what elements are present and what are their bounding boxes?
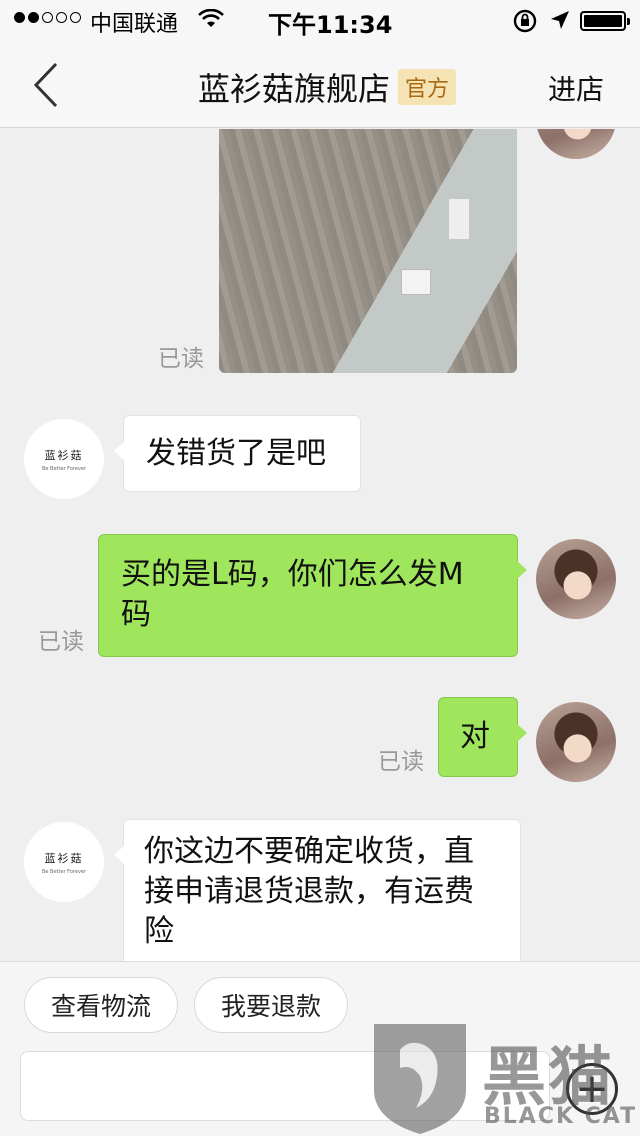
battery-icon	[580, 11, 630, 31]
user-avatar[interactable]	[536, 129, 616, 159]
chevron-left-icon	[33, 62, 58, 108]
nav-bar: 蓝衫菇旗舰店 官方 进店	[0, 40, 640, 128]
message-text-line-1: 你这边不要确定收货，直	[144, 834, 474, 869]
status-time: 下午11:34	[268, 11, 393, 39]
message-text-line-2: 码	[121, 597, 151, 632]
message-text: 发错货了是吧	[146, 436, 326, 471]
store-logo-slogan: Be Better Forever	[41, 465, 87, 472]
message-text-line-1: 买的是L码，你们怎么发M	[121, 557, 464, 592]
message-text-line-2: 接申请退货退款，有运费	[144, 874, 474, 909]
status-bar: 中国联通 下午11:34	[0, 0, 640, 40]
store-avatar[interactable]: 蓝衫菇 Be Better Forever	[24, 822, 104, 902]
incoming-message-bubble[interactable]: 你这边不要确定收货，直 接申请退货退款，有运费 险	[114, 819, 521, 961]
official-badge: 官方	[398, 69, 457, 105]
message-input[interactable]	[20, 1051, 550, 1121]
message-text-line-3: 险	[144, 914, 174, 949]
page-title: 蓝衫菇旗舰店	[198, 70, 391, 108]
store-logo-name: 蓝衫菇	[44, 851, 84, 865]
view-logistics-button[interactable]: 查看物流	[24, 977, 178, 1033]
rotation-lock-icon	[512, 9, 538, 39]
store-logo-slogan: Be Better Forever	[41, 868, 87, 875]
chat-history[interactable]: 已读 蓝衫菇 Be Better Forever 发错货了是吧 买的是L码，你们…	[0, 129, 640, 961]
store-logo-name: 蓝衫菇	[44, 448, 84, 462]
user-avatar[interactable]	[536, 702, 616, 782]
user-avatar[interactable]	[536, 539, 616, 619]
clothing-tag-image	[401, 269, 431, 295]
enter-store-button[interactable]: 进店	[548, 68, 604, 108]
image-message[interactable]	[219, 129, 517, 373]
quick-reply-bar: 查看物流 我要退款	[0, 961, 640, 1047]
carrier-name: 中国联通	[90, 12, 179, 37]
read-receipt: 已读	[38, 629, 84, 655]
outgoing-message-bubble[interactable]: 对	[438, 697, 527, 777]
message-text: 对	[460, 719, 490, 754]
location-icon	[550, 10, 570, 36]
read-receipt: 已读	[158, 346, 204, 372]
nav-title-group: 蓝衫菇旗舰店 官方	[198, 64, 457, 110]
back-button[interactable]	[26, 62, 66, 108]
outgoing-message-bubble[interactable]: 买的是L码，你们怎么发M 码	[98, 534, 527, 657]
wifi-icon	[198, 8, 224, 35]
store-avatar[interactable]: 蓝衫菇 Be Better Forever	[24, 419, 104, 499]
plus-icon[interactable]: +	[566, 1063, 618, 1115]
signal-strength-icon	[14, 12, 81, 23]
size-label-image	[449, 199, 469, 239]
read-receipt: 已读	[378, 749, 424, 775]
input-bar: +	[0, 1047, 640, 1136]
request-refund-button[interactable]: 我要退款	[194, 977, 348, 1033]
incoming-message-bubble[interactable]: 发错货了是吧	[114, 415, 361, 492]
